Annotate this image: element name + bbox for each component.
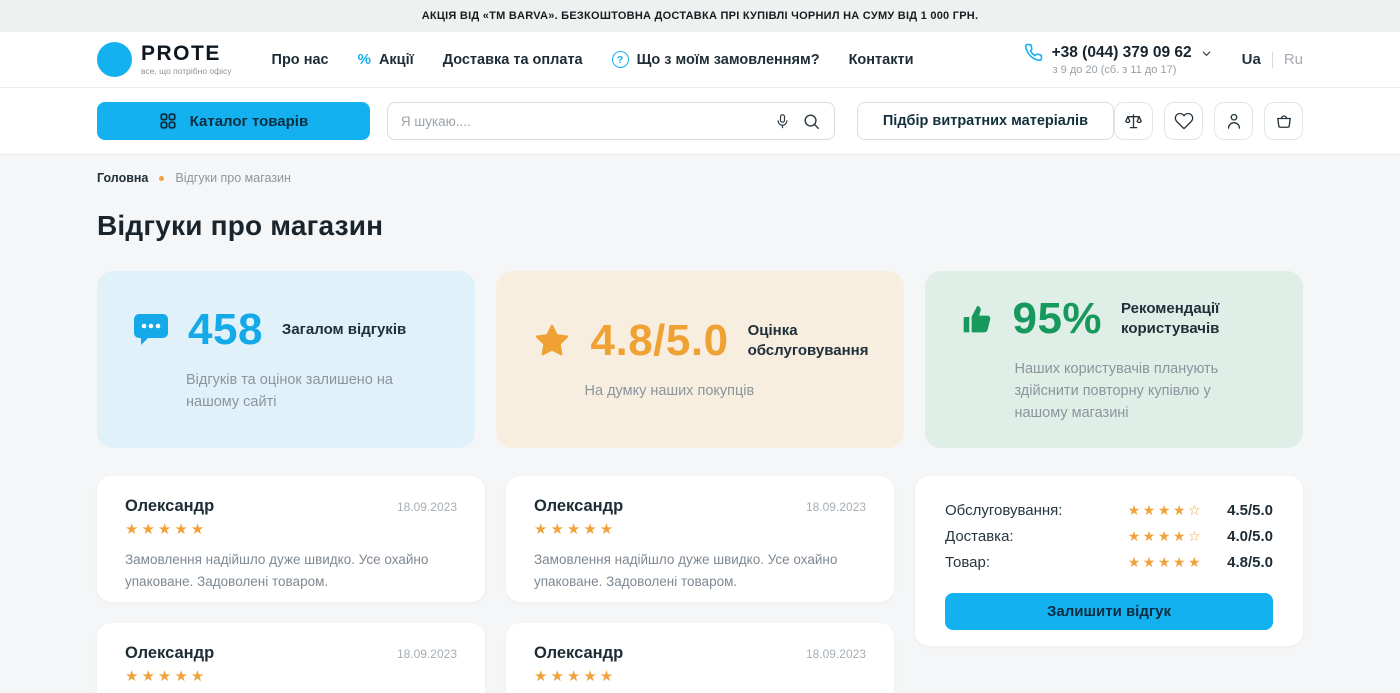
- consumables-button[interactable]: Підбір витратних матеріалів: [857, 102, 1114, 140]
- logo[interactable]: PROTE все, що потрібно офісу: [97, 42, 232, 77]
- question-icon: ?: [612, 51, 629, 68]
- nav-item-about[interactable]: Про нас: [272, 52, 329, 68]
- rating-row-delivery: Доставка: ★★★★☆ 4.0/5.0: [945, 528, 1273, 545]
- percent-icon: %: [358, 51, 371, 68]
- review-stars-icon: ★★★★★: [125, 520, 457, 538]
- thumbs-up-icon: [961, 302, 993, 336]
- logo-tagline: все, що потрібно офісу: [141, 66, 232, 76]
- main-nav: Про нас % Акції Доставка та оплата ? Що …: [272, 51, 914, 68]
- lang-divider: [1272, 52, 1273, 68]
- reviews-section: Олександр 18.09.2023 ★★★★★ Замовлення на…: [97, 476, 1303, 693]
- review-author: Олександр: [125, 644, 214, 663]
- review-date: 18.09.2023: [806, 500, 866, 514]
- rating-row-service: Обслуговування: ★★★★☆ 4.5/5.0: [945, 502, 1273, 519]
- basket-icon: [1274, 111, 1294, 131]
- compare-button[interactable]: [1114, 102, 1153, 140]
- reviews-column-1: Олександр 18.09.2023 ★★★★★ Замовлення на…: [97, 476, 485, 693]
- rating-value: 4.5/5.0: [1217, 502, 1273, 519]
- stat-label-total: Загалом відгуків: [282, 320, 406, 340]
- breadcrumb-dot-icon: [159, 176, 164, 181]
- phone-icon: [1024, 43, 1043, 62]
- search-input[interactable]: [401, 114, 774, 129]
- working-hours: з 9 до 20 (сб. з 11 до 17): [1053, 64, 1212, 76]
- promo-banner-text: АКЦІЯ ВІД «ТМ BARVA». БЕЗКОШТОВНА ДОСТАВ…: [422, 10, 979, 22]
- review-card: Олександр 18.09.2023 ★★★★★: [97, 623, 485, 693]
- lang-ua[interactable]: Ua: [1242, 51, 1261, 68]
- stat-label-service: Оцінка обслуговування: [748, 321, 869, 362]
- header-icon-buttons: [1114, 102, 1303, 140]
- rating-value: 4.0/5.0: [1217, 528, 1273, 545]
- nav-item-delivery[interactable]: Доставка та оплата: [443, 52, 583, 68]
- account-button[interactable]: [1214, 102, 1253, 140]
- review-author: Олександр: [534, 644, 623, 663]
- review-author: Олександр: [534, 497, 623, 516]
- review-stars-icon: ★★★★★: [125, 667, 457, 685]
- stat-value-total: 458: [188, 305, 263, 355]
- stat-label-recommend: Рекомендації користувачів: [1121, 299, 1267, 340]
- logo-circle-icon: [97, 42, 132, 77]
- wishlist-button[interactable]: [1164, 102, 1203, 140]
- rating-summary-panel: Обслуговування: ★★★★☆ 4.5/5.0 Доставка: …: [915, 476, 1303, 646]
- review-text: Замовлення надійшло дуже швидко. Усе оха…: [125, 549, 457, 592]
- leave-review-button[interactable]: Залишити відгук: [945, 593, 1273, 630]
- heart-icon: [1174, 111, 1194, 131]
- search-icon[interactable]: [802, 112, 821, 131]
- logo-name: PROTE: [141, 43, 232, 64]
- search-bar: [387, 102, 835, 140]
- review-author: Олександр: [125, 497, 214, 516]
- header: PROTE все, що потрібно офісу Про нас % А…: [0, 32, 1400, 88]
- stat-card-recommendations: 95% Рекомендації користувачів Наших кори…: [925, 271, 1303, 448]
- nav-item-contacts[interactable]: Контакти: [849, 52, 914, 68]
- nav-item-promos[interactable]: % Акції: [358, 51, 414, 68]
- main-content: Головна Відгуки про магазин Відгуки про …: [0, 155, 1400, 693]
- breadcrumb-home[interactable]: Головна: [97, 171, 148, 185]
- scales-icon: [1123, 111, 1144, 132]
- cart-button[interactable]: [1264, 102, 1303, 140]
- reviews-column-2: Олександр 18.09.2023 ★★★★★ Замовлення на…: [506, 476, 894, 693]
- nav-item-order-status[interactable]: ? Що з моїм замовленням?: [612, 51, 820, 68]
- rating-stars-icon: ★★★★★: [1128, 554, 1203, 571]
- review-stars-icon: ★★★★★: [534, 520, 866, 538]
- review-date: 18.09.2023: [397, 647, 457, 661]
- lang-ru[interactable]: Ru: [1284, 51, 1303, 68]
- promo-banner: АКЦІЯ ВІД «ТМ BARVA». БЕЗКОШТОВНА ДОСТАВ…: [0, 0, 1400, 32]
- stat-card-total-reviews: 458 Загалом відгуків Відгуків та оцінок …: [97, 271, 475, 448]
- language-switcher: Ua Ru: [1242, 51, 1303, 68]
- grid-icon: [159, 112, 177, 130]
- user-icon: [1224, 111, 1244, 131]
- phone-number: +38 (044) 379 09 62: [1052, 44, 1192, 62]
- stat-card-service-rating: 4.8/5.0 Оцінка обслуговування На думку н…: [496, 271, 905, 448]
- rating-stars-icon: ★★★★☆: [1128, 528, 1203, 545]
- stat-value-recommend: 95%: [1012, 294, 1102, 344]
- review-date: 18.09.2023: [806, 647, 866, 661]
- rating-value: 4.8/5.0: [1217, 554, 1273, 571]
- review-stars-icon: ★★★★★: [534, 667, 866, 685]
- review-card: Олександр 18.09.2023 ★★★★★ Замовлення на…: [97, 476, 485, 602]
- chevron-down-icon: [1201, 48, 1212, 59]
- stat-desc-recommend: Наших користувачів планують здійснити по…: [1014, 359, 1267, 424]
- review-text: Замовлення надійшло дуже швидко. Усе оха…: [534, 549, 866, 592]
- breadcrumb-current: Відгуки про магазин: [175, 171, 291, 185]
- breadcrumb: Головна Відгуки про магазин: [97, 171, 1303, 185]
- star-icon: [532, 322, 572, 360]
- rating-row-product: Товар: ★★★★★ 4.8/5.0: [945, 554, 1273, 571]
- stat-desc-total: Відгуків та оцінок залишено на нашому са…: [186, 370, 439, 414]
- review-card: Олександр 18.09.2023 ★★★★★: [506, 623, 894, 693]
- toolbar: Каталог товарів Підбір витратних матеріа…: [0, 88, 1400, 155]
- catalog-button[interactable]: Каталог товарів: [97, 102, 370, 140]
- review-date: 18.09.2023: [397, 500, 457, 514]
- page-title: Відгуки про магазин: [97, 210, 1303, 242]
- rating-stars-icon: ★★★★☆: [1128, 502, 1203, 519]
- stats-cards: 458 Загалом відгуків Відгуків та оцінок …: [97, 271, 1303, 448]
- stat-desc-service: На думку наших покупців: [585, 381, 869, 403]
- stat-value-service: 4.8/5.0: [591, 316, 729, 366]
- chat-icon: [133, 313, 169, 347]
- phone-dropdown[interactable]: +38 (044) 379 09 62 з 9 до 20 (сб. з 11 …: [1024, 43, 1212, 76]
- microphone-icon[interactable]: [774, 113, 791, 130]
- review-card: Олександр 18.09.2023 ★★★★★ Замовлення на…: [506, 476, 894, 602]
